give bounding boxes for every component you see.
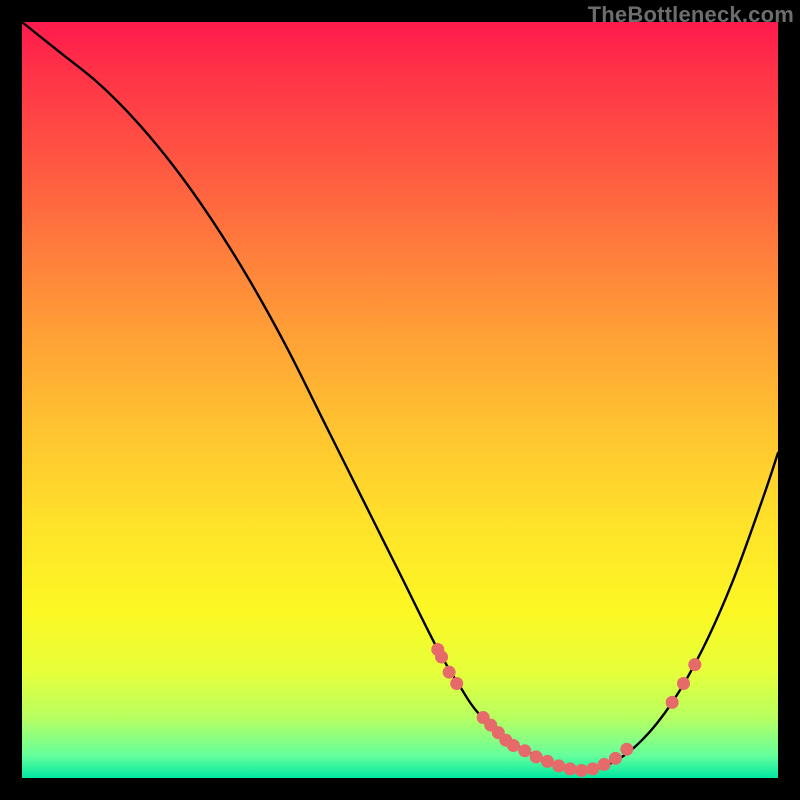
curve-line bbox=[22, 22, 778, 770]
data-marker bbox=[507, 739, 520, 752]
data-marker bbox=[518, 744, 531, 757]
data-marker bbox=[688, 658, 701, 671]
data-marker bbox=[666, 696, 679, 709]
data-marker bbox=[443, 666, 456, 679]
data-marker bbox=[575, 764, 588, 777]
data-marker bbox=[552, 759, 565, 772]
data-marker bbox=[677, 677, 690, 690]
data-marker bbox=[435, 651, 448, 664]
watermark-text: TheBottleneck.com bbox=[588, 2, 794, 28]
chart-svg bbox=[22, 22, 778, 778]
data-marker bbox=[541, 755, 554, 768]
data-marker bbox=[620, 743, 633, 756]
data-marker bbox=[564, 762, 577, 775]
data-marker bbox=[530, 750, 543, 763]
data-marker bbox=[450, 677, 463, 690]
data-marker bbox=[598, 758, 611, 771]
chart-frame: TheBottleneck.com bbox=[0, 0, 800, 800]
data-marker bbox=[586, 762, 599, 775]
data-marker bbox=[609, 752, 622, 765]
curve-markers bbox=[431, 643, 701, 777]
plot-area bbox=[22, 22, 778, 778]
